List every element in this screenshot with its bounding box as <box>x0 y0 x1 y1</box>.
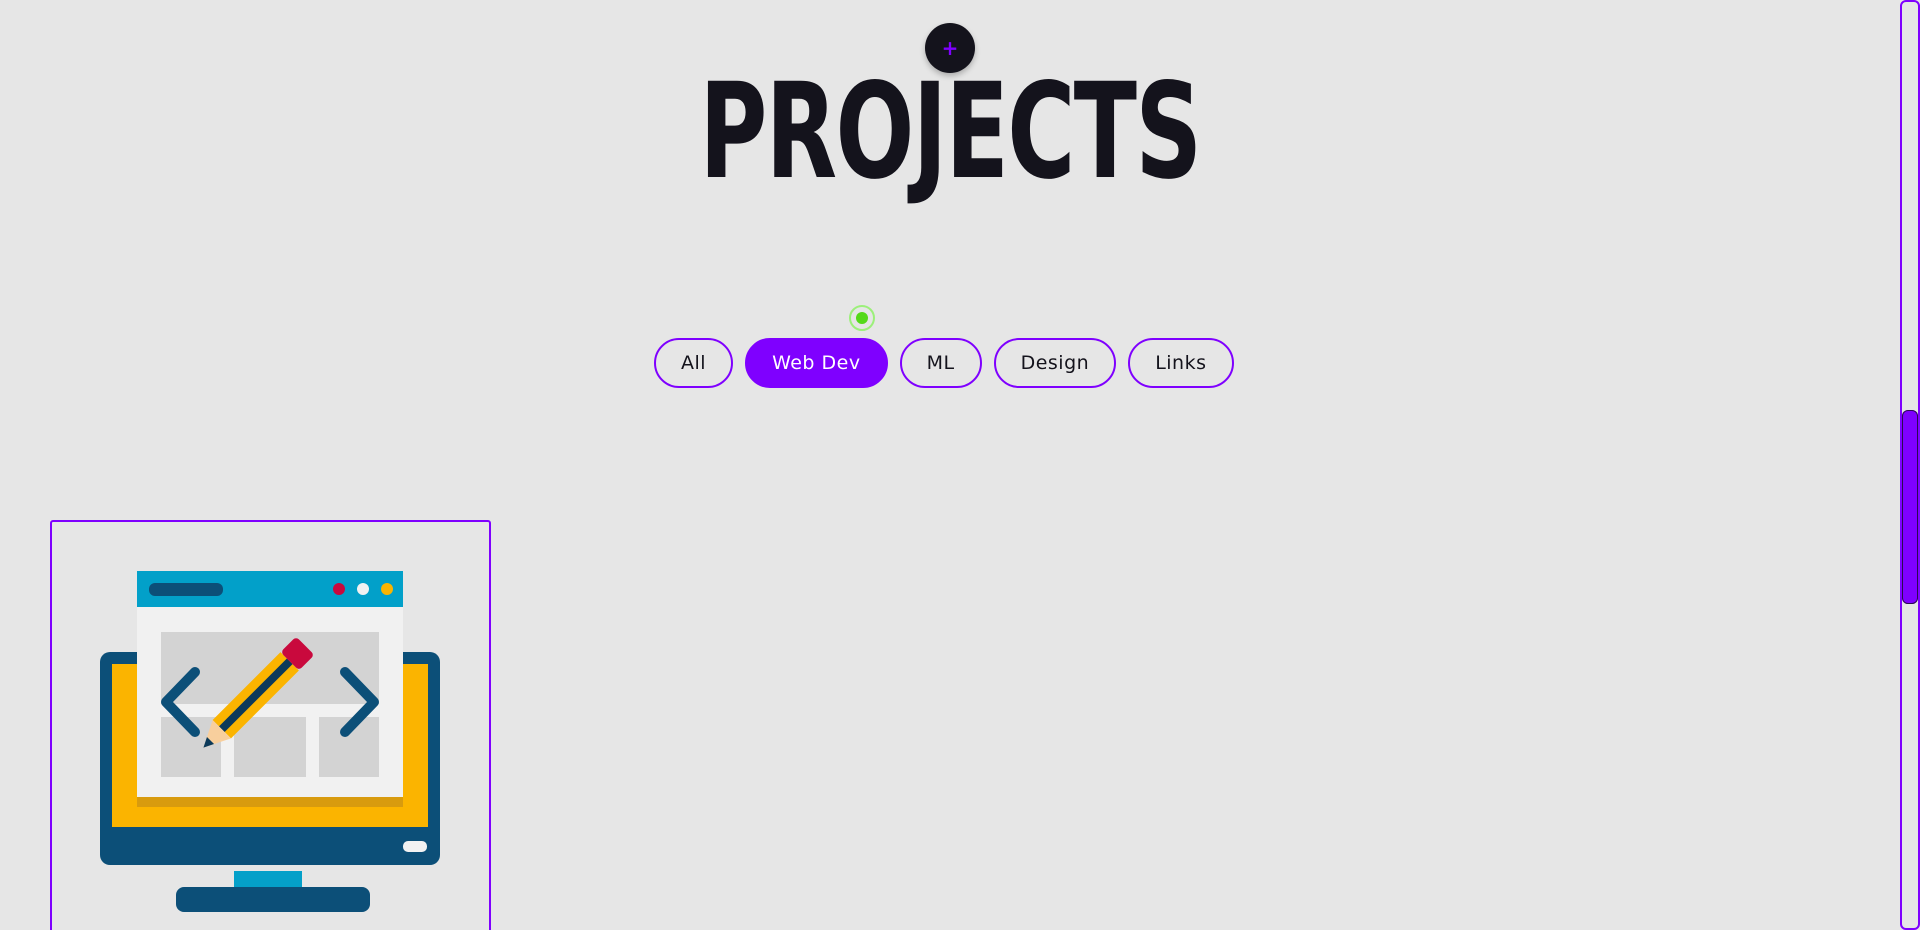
status-dot-icon <box>849 305 875 331</box>
filter-links-button[interactable]: Links <box>1128 338 1234 388</box>
filter-all-button[interactable]: All <box>654 338 734 388</box>
filter-bar: All Web Dev ML Design Links <box>654 338 1234 388</box>
scrollbar-thumb[interactable] <box>1902 410 1918 604</box>
status-dot <box>856 312 868 324</box>
page-title: PROJECTS <box>699 55 1202 209</box>
filter-ml-button[interactable]: ML <box>899 338 982 388</box>
filter-web-dev-button[interactable]: Web Dev <box>745 338 888 388</box>
projects-page: + PROJECTS All Web Dev ML Design Links <box>0 0 1920 930</box>
project-card[interactable] <box>50 520 491 930</box>
web-design-monitor-icon <box>100 571 440 912</box>
filter-design-button[interactable]: Design <box>993 338 1117 388</box>
